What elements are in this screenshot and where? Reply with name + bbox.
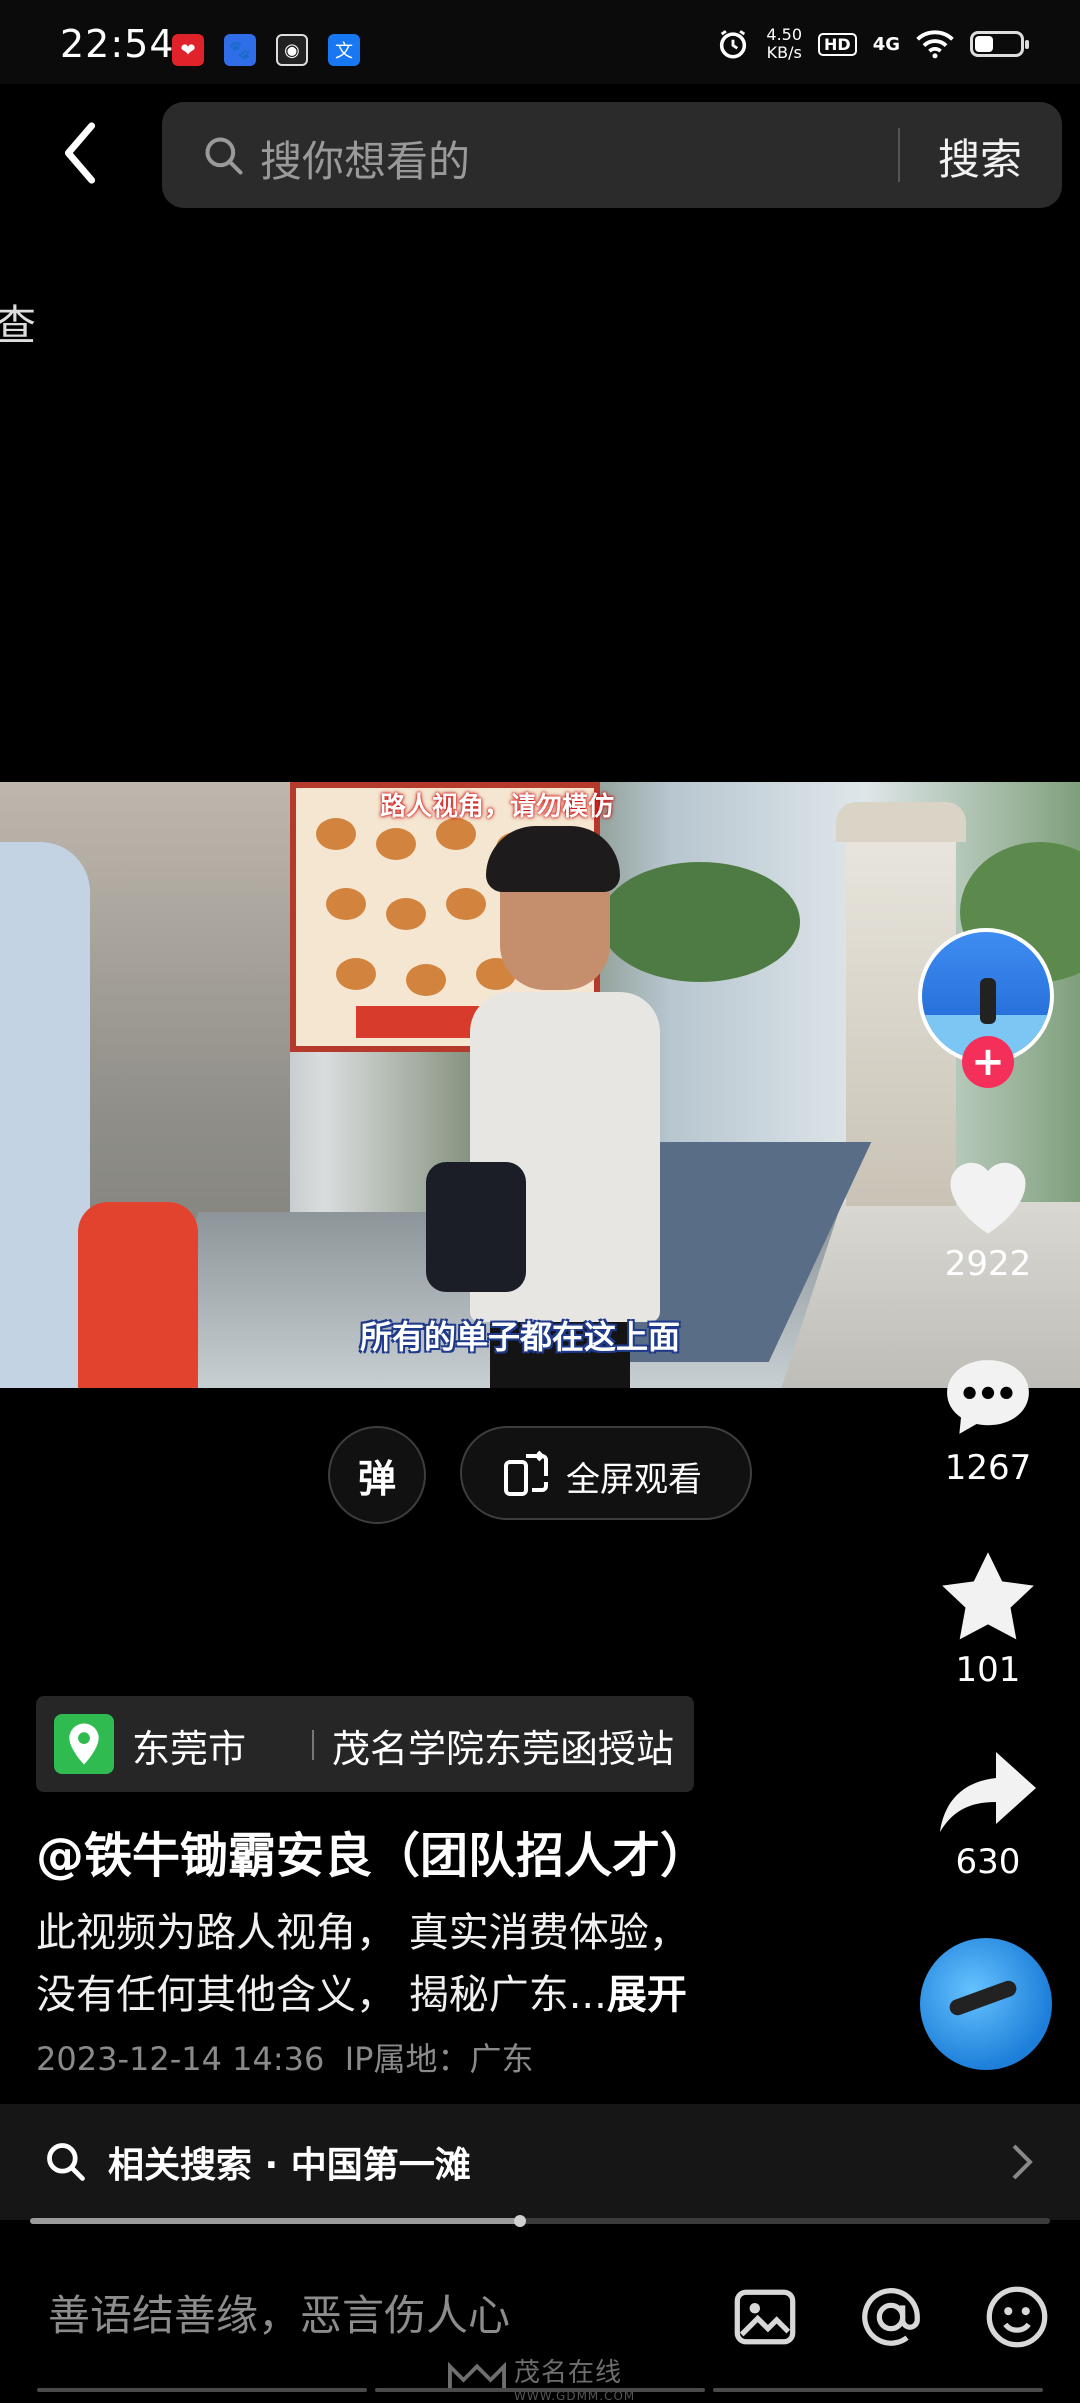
like-button[interactable]: 2922 xyxy=(918,1146,1058,1284)
hd-badge: HD xyxy=(818,32,857,56)
favorite-button[interactable]: 101 xyxy=(918,1548,1058,1690)
gesture-segment xyxy=(37,2388,367,2392)
comment-button[interactable]: 1267 xyxy=(918,1352,1058,1488)
rotate-screen-icon xyxy=(504,1450,548,1496)
smiley-icon xyxy=(986,2286,1048,2348)
location-pin-icon xyxy=(54,1714,114,1774)
ip-location: IP属地：广东 xyxy=(344,2040,534,2078)
alarm-icon xyxy=(720,30,747,59)
comment-count: 1267 xyxy=(944,1448,1032,1488)
speed-unit: KB/s xyxy=(766,43,802,62)
status-bar: 22:54 ❤ 🐾 ◉ 文 4.50 KB/s HD 4G xyxy=(0,0,1080,84)
video-scene-left-person xyxy=(0,842,90,1388)
back-arrow-icon xyxy=(64,122,96,184)
video-player[interactable]: 路人视角，请勿模仿 所有的单子都在这上面 xyxy=(0,782,1080,1388)
comment-icon xyxy=(947,1360,1029,1434)
location-tag[interactable]: 东莞市 茂名学院东莞函授站 xyxy=(36,1696,694,1792)
location-city: 东莞市 xyxy=(132,1727,247,1771)
progress-handle[interactable] xyxy=(513,2215,526,2227)
watermark: 茂名在线 WWW.GDMM.COM xyxy=(448,2352,635,2403)
post-datetime: 2023-12-14 14:36 xyxy=(36,2040,325,2078)
status-time: 22:54 xyxy=(60,22,175,66)
notification-icons: ❤ 🐾 ◉ 文 xyxy=(172,34,360,66)
status-indicators: 4.50 KB/s HD 4G xyxy=(716,26,1029,62)
translate-notification-icon: 文 xyxy=(328,34,360,66)
speed-value: 4.50 xyxy=(766,25,803,44)
at-sign-icon xyxy=(862,2288,920,2346)
video-scene-person-hair xyxy=(486,826,620,892)
video-progress-bar[interactable] xyxy=(30,2215,1050,2227)
gesture-segment xyxy=(375,2388,705,2392)
chevron-right-icon xyxy=(1012,2144,1033,2180)
search-bar[interactable]: 搜你想看的 搜索 xyxy=(162,102,1062,208)
image-icon xyxy=(734,2289,796,2345)
description-line-1: 此视频为路人视角， 真实消费体验， xyxy=(36,1910,689,1956)
back-button[interactable] xyxy=(56,118,104,188)
video-scene-red-bag xyxy=(78,1202,198,1388)
video-scene-palm xyxy=(600,862,800,982)
search-divider xyxy=(898,128,900,182)
battery-icon xyxy=(970,31,1029,57)
app-notification-icon: ❤ xyxy=(172,34,204,66)
video-caption-top: 路人视角，请勿模仿 xyxy=(380,792,615,822)
share-count: 630 xyxy=(955,1842,1021,1882)
wifi-icon xyxy=(916,30,954,59)
fullscreen-button[interactable]: 全屏观看 xyxy=(460,1426,752,1520)
emoji-button[interactable] xyxy=(982,2282,1052,2352)
search-button[interactable]: 搜索 xyxy=(938,126,1022,187)
mention-button[interactable] xyxy=(856,2282,926,2352)
gesture-bar xyxy=(0,2388,1080,2392)
author-name[interactable]: @铁牛锄霸安良（团队招人才） xyxy=(36,1816,708,1886)
related-search-bar[interactable]: 相关搜索 · 中国第一滩 xyxy=(0,2104,1080,2220)
comment-input[interactable]: 善语结善缘，恶言伤人心 xyxy=(48,2282,510,2343)
heart-icon xyxy=(950,1162,1026,1234)
location-divider xyxy=(312,1730,314,1760)
like-count: 2922 xyxy=(944,1244,1032,1284)
avatar-figure xyxy=(980,978,996,1024)
follow-button[interactable]: + xyxy=(962,1036,1014,1088)
watermark-text: 茂名在线 xyxy=(514,2358,623,2388)
search-icon xyxy=(47,2143,85,2181)
danmu-toggle-button[interactable]: 弹 xyxy=(328,1426,426,1524)
search-icon xyxy=(205,137,243,175)
progress-fill xyxy=(30,2218,520,2224)
search-input[interactable]: 搜你想看的 xyxy=(260,128,470,189)
favorite-count: 101 xyxy=(955,1650,1021,1690)
image-button[interactable] xyxy=(730,2282,800,2352)
related-search-label: 相关搜索 · 中国第一滩 xyxy=(108,2145,471,2186)
fullscreen-label: 全屏观看 xyxy=(566,1460,702,1500)
app-notification-icon: ◉ xyxy=(276,34,308,66)
edge-text: 查 xyxy=(0,301,37,350)
star-icon xyxy=(942,1552,1034,1640)
share-icon xyxy=(940,1752,1036,1832)
video-scene-bag xyxy=(426,1162,526,1292)
avatar-figure xyxy=(947,1978,1019,2018)
music-avatar[interactable] xyxy=(920,1938,1052,2070)
expand-button[interactable]: 展开 xyxy=(607,1972,687,2018)
baidu-notification-icon: 🐾 xyxy=(224,34,256,66)
share-button[interactable]: 630 xyxy=(918,1748,1058,1882)
post-meta: 2023-12-14 14:36 IP属地：广东 xyxy=(36,2034,533,2080)
video-caption: 所有的单子都在这上面 xyxy=(360,1318,681,1356)
network-type: 4G xyxy=(872,33,900,55)
network-speed: 4.50 KB/s xyxy=(766,26,802,62)
description-line-2: 没有任何其他含义， 揭秘广东... xyxy=(36,1972,607,2018)
gesture-segment xyxy=(713,2388,1043,2392)
location-place: 茂名学院东莞函授站 xyxy=(332,1727,675,1771)
post-description: 此视频为路人视角， 真实消费体验， 没有任何其他含义， 揭秘广东...展开 xyxy=(36,1902,876,2026)
